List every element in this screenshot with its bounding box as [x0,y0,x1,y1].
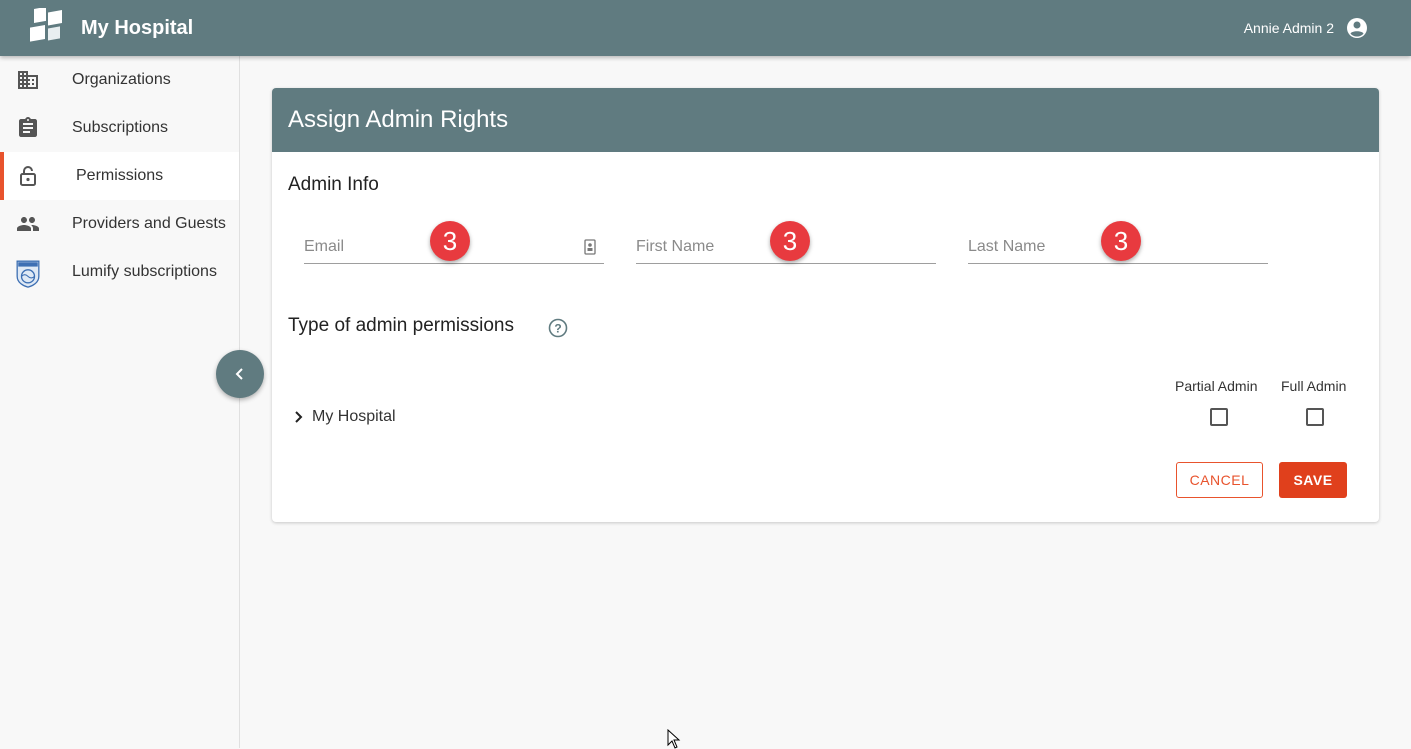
my-hospital-logo[interactable] [28,8,66,48]
contact-card-icon [584,239,596,255]
sidebar-item-label: Providers and Guests [72,215,226,232]
card-title: Assign Admin Rights [272,88,1379,152]
assign-admin-rights-card: Assign Admin Rights Admin Info 3 3 3 Typ… [272,88,1379,522]
last-name-notification-badge: 3 [1101,221,1141,261]
top-app-bar: My Hospital Annie Admin 2 [0,0,1411,56]
save-button[interactable]: SAVE [1279,462,1347,498]
tree-item-label: My Hospital [312,408,396,425]
user-name[interactable]: Annie Admin 2 [1244,20,1334,36]
help-icon[interactable]: ? [548,318,568,338]
sidebar-item-label: Organizations [72,71,171,88]
first-name-notification-badge: 3 [770,221,810,261]
permissions-type-title: Type of admin permissions [288,315,514,336]
clipboard-icon [19,117,37,137]
app-title: My Hospital [81,17,194,39]
partial-admin-checkbox[interactable] [1210,408,1228,426]
chevron-left-icon [235,368,243,380]
sidebar-item-label: Permissions [76,167,164,184]
building-icon [18,71,38,89]
sidebar-item-providers-and-guests[interactable]: Providers and Guests [0,200,239,248]
account-circle-icon[interactable] [1345,16,1369,40]
svg-text:?: ? [554,322,561,336]
tree-item-my-hospital[interactable]: My Hospital [292,406,396,428]
sidebar-item-organizations[interactable]: Organizations [0,56,239,104]
sidebar-item-permissions[interactable]: Permissions [0,152,239,200]
sidebar-item-lumify-subscriptions[interactable]: Lumify subscriptions [0,248,239,296]
full-admin-column-header: Full Admin [1281,378,1347,394]
philips-shield-icon [16,260,40,288]
sidebar-item-label: Lumify subscriptions [72,263,217,280]
chevron-right-icon[interactable] [292,410,306,424]
full-admin-checkbox[interactable] [1306,408,1324,426]
sidebar-item-subscriptions[interactable]: Subscriptions [0,104,239,152]
sidebar-item-label: Subscriptions [72,119,169,136]
email-notification-badge: 3 [430,221,470,261]
collapse-sidebar-button[interactable] [216,350,264,398]
cancel-button[interactable]: CANCEL [1176,462,1263,498]
lock-icon [20,166,36,186]
admin-info-title: Admin Info [288,174,379,195]
people-icon [17,217,39,231]
partial-admin-column-header: Partial Admin [1175,378,1258,394]
sidebar: Organizations Subscriptions Permissions … [0,56,240,748]
mouse-cursor-icon [667,729,681,749]
